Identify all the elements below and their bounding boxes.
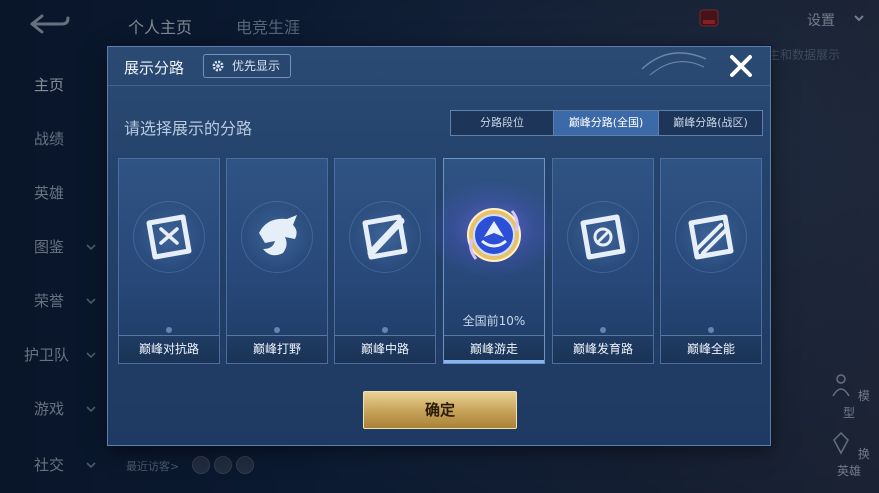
card-name: 巅峰对抗路 [138,342,199,356]
card-dot [708,327,714,333]
lane-card-clash[interactable]: 巅峰对抗路 [118,158,220,364]
lane-card-all-round[interactable]: 巅峰全能 [660,158,762,364]
all-round-icon [688,214,734,260]
header-divider [108,85,770,86]
segment-peak-lane-national[interactable]: 巅峰分路(全国) [553,111,659,135]
selected-indicator [444,360,544,363]
lane-card-list: 巅峰对抗路 巅峰打野 巅峰中路 全国前10% 巅峰游走 巅峰发育路 巅峰全能 [118,158,762,364]
rank-label: 全国前10% [462,314,526,328]
segment-peak-lane-region[interactable]: 巅峰分路(战区) [659,111,762,135]
lane-card-jungle[interactable]: 巅峰打野 [226,158,328,364]
mid-lane-icon [362,214,408,260]
lane-card-roam[interactable]: 全国前10% 巅峰游走 [424,158,564,364]
farm-lane-icon [580,214,626,260]
card-name: 巅峰打野 [252,342,301,356]
card-name: 巅峰游走 [469,342,518,356]
card-dot [600,327,606,333]
priority-display-button[interactable]: 优先显示 [203,54,292,78]
segment-lane-rank[interactable]: 分路段位 [451,111,553,135]
decorative-swirl-icon [641,52,707,76]
roam-icon [467,208,521,262]
jungle-icon [259,215,297,256]
card-name: 巅峰全能 [686,342,735,356]
card-dot [382,327,388,333]
lane-card-mid[interactable]: 巅峰中路 [334,158,436,364]
dialog-subtitle: 请选择展示的分路 [124,119,253,138]
lane-type-segmented-control: 分路段位 巅峰分路(全国) 巅峰分路(战区) [450,110,763,136]
clash-lane-icon [146,214,192,260]
priority-label: 优先显示 [232,59,281,73]
dialog-title: 展示分路 [124,59,185,77]
card-dot [166,327,172,333]
card-name: 巅峰中路 [360,342,409,356]
confirm-button[interactable]: 确定 [363,391,517,429]
card-dot [274,327,280,333]
card-name: 巅峰发育路 [572,342,633,356]
gear-icon [212,60,224,72]
lane-display-dialog: 展示分路 优先显示 请选择展示的分路 分路段位 巅峰分路(全国) 巅峰分路(战区… [107,46,771,446]
lane-card-farm[interactable]: 巅峰发育路 [552,158,654,364]
close-icon[interactable] [728,53,754,79]
